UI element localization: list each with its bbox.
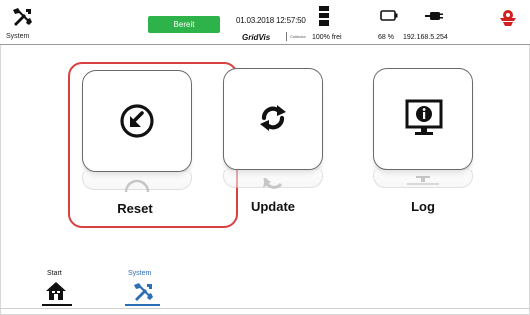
update-tile-reflection — [223, 170, 323, 190]
brand-separator — [286, 32, 287, 41]
update-button[interactable] — [223, 68, 323, 170]
battery-text: 68 % — [378, 34, 394, 41]
refresh-icon — [260, 105, 286, 131]
alert-icon[interactable] — [498, 9, 518, 27]
log-tile[interactable]: Log — [365, 62, 530, 228]
update-label: Update — [250, 199, 296, 214]
reset-reflection-icon — [124, 179, 150, 192]
log-label: Log — [411, 199, 435, 214]
tools-icon[interactable] — [10, 6, 34, 28]
reset-label: Reset — [117, 201, 153, 216]
ip-address-text: 192.168.5.254 — [403, 34, 448, 41]
nav-system-underline — [125, 304, 160, 306]
nav-start-underline — [42, 304, 72, 306]
tools-icon[interactable] — [131, 281, 155, 303]
system-label: System — [6, 33, 30, 40]
reset-tile[interactable]: Reset — [68, 62, 238, 228]
nav-divider — [0, 308, 530, 309]
reset-tile-reflection — [82, 172, 192, 192]
brand-sub-text: Collector — [290, 34, 306, 39]
nav-system-label[interactable]: System — [128, 270, 151, 277]
datetime-text: 01.03.2018 12:57:50 — [236, 16, 306, 25]
storage-text: 100% frei — [312, 34, 342, 41]
reset-button[interactable] — [82, 70, 192, 172]
monitor-info-icon — [405, 99, 443, 135]
reset-arrow-icon — [120, 104, 154, 138]
bottom-nav: Start System — [0, 258, 530, 315]
network-plug-icon — [425, 12, 443, 20]
update-reflection-icon — [263, 177, 283, 189]
home-icon[interactable] — [45, 281, 67, 301]
update-tile[interactable]: Update — [219, 62, 389, 228]
log-reflection-icon — [407, 176, 439, 185]
battery-icon — [380, 10, 398, 21]
log-tile-reflection — [373, 170, 473, 190]
brand-logo-text: GridVis — [242, 33, 271, 42]
log-button[interactable] — [373, 68, 473, 170]
status-bar: System Bereit 01.03.2018 12:57:50 GridVi… — [0, 0, 530, 45]
nav-start-label[interactable]: Start — [47, 270, 62, 277]
storage-icon — [319, 6, 329, 26]
ready-badge: Bereit — [148, 16, 220, 33]
